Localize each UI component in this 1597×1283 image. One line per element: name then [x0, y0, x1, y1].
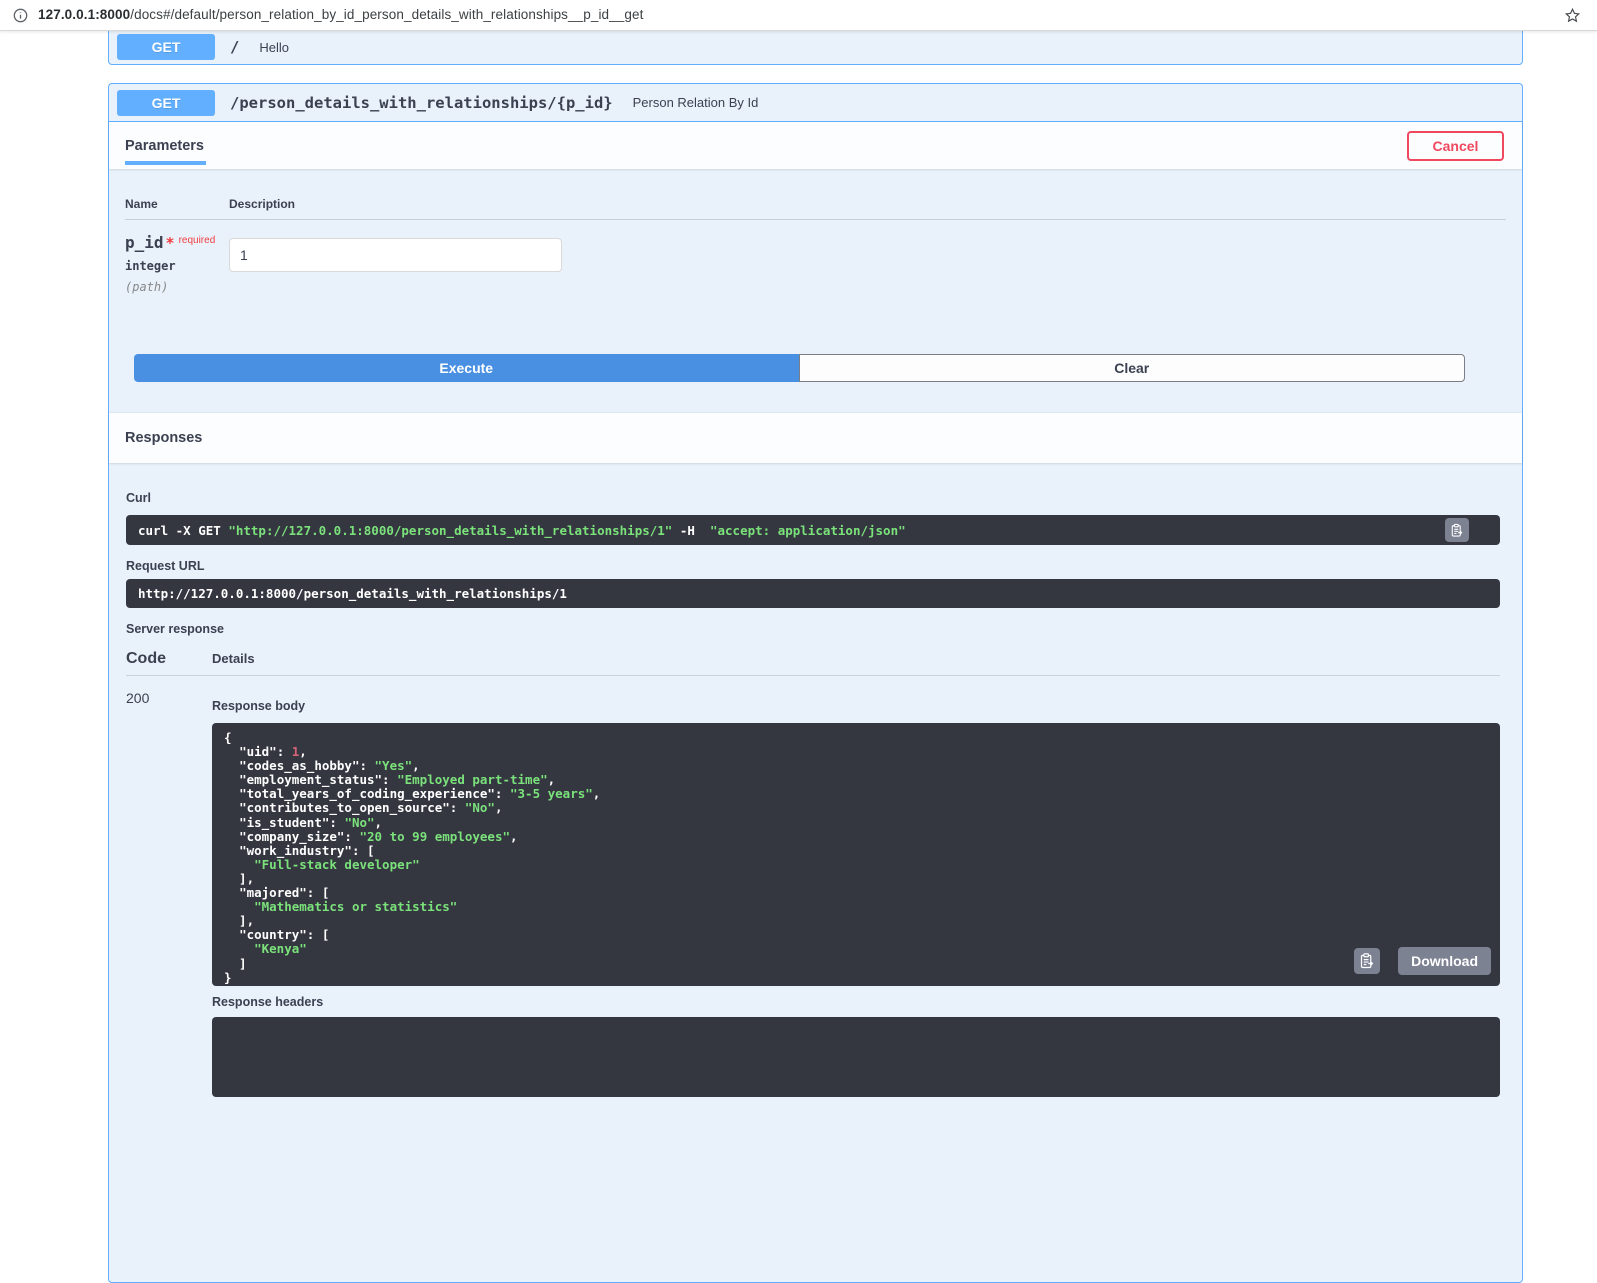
responses-section-header: Responses [109, 413, 1522, 463]
response-body-code: { "uid": 1, "codes_as_hobby": "Yes", "em… [224, 730, 601, 985]
parameter-location: (path) [125, 280, 169, 294]
required-star: * [165, 234, 175, 252]
responses-inner: Curl curl -X GET "http://127.0.0.1:8000/… [109, 463, 1522, 1097]
bookmark-star-icon[interactable] [1564, 7, 1581, 24]
response-headers-box [212, 1017, 1500, 1097]
opblock-person-relation: GET /person_details_with_relationships/{… [108, 83, 1523, 1283]
response-row-200: 200 Response body { "uid": 1, "codes_as_… [126, 676, 1500, 1097]
response-body-box: { "uid": 1, "codes_as_hobby": "Yes", "em… [212, 723, 1500, 986]
url-host: 127.0.0.1:8000 [38, 7, 131, 22]
opblock-hello: GET / Hello [108, 25, 1523, 65]
download-button[interactable]: Download [1398, 947, 1491, 975]
curl-label: Curl [126, 491, 151, 505]
info-icon[interactable] [13, 8, 28, 23]
endpoint-path: /person_details_with_relationships/{p_id… [230, 93, 613, 112]
response-body-label: Response body [212, 699, 306, 713]
parameters-table-header: Name Description [125, 197, 1506, 220]
swagger-page: GET / Hello GET /person_details_with_rel… [0, 25, 1597, 1283]
request-url-label: Request URL [126, 559, 205, 573]
url-path: /docs#/default/person_relation_by_id_per… [130, 7, 644, 22]
get-method-badge: GET [117, 89, 215, 116]
endpoint-summary: Person Relation By Id [632, 95, 759, 110]
endpoint-path: / [230, 38, 240, 56]
clear-button[interactable]: Clear [798, 354, 1465, 382]
name-column-header: Name [125, 197, 158, 211]
status-code: 200 [126, 690, 150, 706]
p-id-input[interactable] [229, 238, 562, 272]
copy-curl-button[interactable] [1445, 518, 1469, 542]
execute-button-group: Execute Clear [109, 354, 1522, 382]
description-column-header: Description [229, 197, 296, 211]
cancel-button[interactable]: Cancel [1407, 131, 1504, 161]
browser-address-bar[interactable]: 127.0.0.1:8000/docs#/default/person_rela… [0, 0, 1597, 31]
parameter-row-p-id: p_id * required integer (path) [125, 233, 1506, 294]
execute-button[interactable]: Execute [134, 354, 799, 382]
parameter-type: integer [125, 259, 176, 273]
opblock-summary[interactable]: GET /person_details_with_relationships/{… [109, 84, 1522, 122]
tab-parameters[interactable]: Parameters [125, 138, 206, 165]
parameter-name: p_id * required [125, 233, 216, 252]
get-method-badge: GET [117, 34, 215, 60]
response-table-header: Code Details [126, 650, 1500, 676]
request-url-box: http://127.0.0.1:8000/person_details_wit… [126, 579, 1500, 608]
parameters-section-header: Parameters Cancel [109, 122, 1522, 169]
response-headers-label: Response headers [212, 995, 324, 1009]
url-field[interactable]: 127.0.0.1:8000/docs#/default/person_rela… [13, 6, 1564, 24]
copy-response-button[interactable] [1354, 948, 1381, 974]
request-url-value: http://127.0.0.1:8000/person_details_wit… [138, 586, 567, 601]
details-column-header: Details [212, 651, 255, 666]
endpoint-summary: Hello [259, 39, 289, 55]
responses-title: Responses [125, 430, 203, 446]
curl-command: curl -X GET "http://127.0.0.1:8000/perso… [138, 522, 906, 538]
required-label: required [178, 235, 216, 246]
server-response-label: Server response [126, 622, 224, 636]
curl-command-box: curl -X GET "http://127.0.0.1:8000/perso… [126, 515, 1500, 545]
opblock-hello-summary[interactable]: GET / Hello [109, 26, 1522, 64]
code-column-header: Code [126, 650, 166, 667]
parameters-table: Name Description p_id * required integer (… [109, 169, 1522, 294]
